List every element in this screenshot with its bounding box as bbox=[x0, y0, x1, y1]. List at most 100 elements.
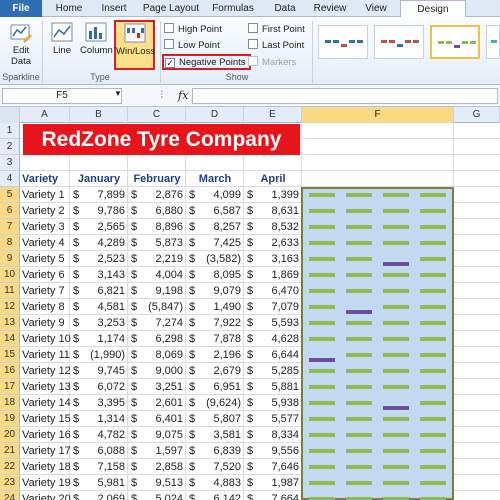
row-header-24[interactable]: 24 bbox=[0, 491, 20, 500]
markers-option[interactable]: Markers bbox=[248, 56, 296, 70]
tab-view[interactable]: View bbox=[356, 0, 396, 17]
cell-variety-name[interactable]: Variety 4 bbox=[22, 235, 69, 251]
cell-value-apr[interactable]: 9,556 bbox=[256, 443, 299, 459]
cell-value-feb[interactable]: 8,896 bbox=[140, 219, 183, 235]
cell-value-mar[interactable]: (3,582) bbox=[198, 251, 241, 267]
cell-value-jan[interactable]: 3,253 bbox=[82, 315, 125, 331]
row-header-6[interactable]: 6 bbox=[0, 203, 20, 219]
cell-variety-name[interactable]: Variety 11 bbox=[22, 347, 70, 363]
high-point-option[interactable]: High Point bbox=[164, 23, 222, 37]
column-header-b[interactable]: B bbox=[70, 107, 128, 123]
cell-value-feb[interactable]: 2,219 bbox=[140, 251, 183, 267]
edit-data-button[interactable]: Edit Data bbox=[4, 21, 38, 67]
header-variety[interactable]: Variety bbox=[22, 171, 69, 187]
cell-value-feb[interactable]: 5,024 bbox=[140, 491, 183, 500]
cell-value-jan[interactable]: (1,990) bbox=[82, 347, 125, 363]
cell-variety-name[interactable]: Variety 18 bbox=[22, 459, 71, 475]
cell-value-mar[interactable]: 8,095 bbox=[198, 267, 241, 283]
row-header-20[interactable]: 20 bbox=[0, 427, 20, 443]
row-header-17[interactable]: 17 bbox=[0, 379, 20, 395]
cell-value-jan[interactable]: 2,523 bbox=[82, 251, 125, 267]
cell-variety-name[interactable]: Variety 6 bbox=[22, 267, 69, 283]
cell-value-feb[interactable]: 7,274 bbox=[140, 315, 183, 331]
cell-value-jan[interactable]: 9,745 bbox=[82, 363, 125, 379]
row-header-12[interactable]: 12 bbox=[0, 299, 20, 315]
last-point-option[interactable]: Last Point bbox=[248, 39, 304, 53]
column-type-button[interactable]: Column bbox=[80, 21, 113, 56]
header-january[interactable]: January bbox=[70, 171, 128, 187]
cell-value-apr[interactable]: 8,532 bbox=[256, 219, 299, 235]
row-header-23[interactable]: 23 bbox=[0, 475, 20, 491]
cell-variety-name[interactable]: Variety 14 bbox=[22, 395, 71, 411]
row-header-1[interactable]: 1 bbox=[0, 123, 20, 139]
cell-value-jan[interactable]: 4,782 bbox=[82, 427, 125, 443]
cell-variety-name[interactable]: Variety 13 bbox=[22, 379, 71, 395]
cell-variety-name[interactable]: Variety 8 bbox=[22, 299, 69, 315]
row-header-3[interactable]: 3 bbox=[0, 155, 20, 171]
row-header-5[interactable]: 5 bbox=[0, 187, 20, 203]
low-point-option[interactable]: Low Point bbox=[164, 39, 220, 53]
cell-value-jan[interactable]: 2,069 bbox=[82, 491, 125, 500]
cell-value-feb[interactable]: 6,880 bbox=[140, 203, 183, 219]
tab-home[interactable]: Home bbox=[46, 0, 92, 17]
last-point-checkbox[interactable] bbox=[248, 39, 258, 49]
cell-value-mar[interactable]: 5,807 bbox=[198, 411, 241, 427]
row-header-22[interactable]: 22 bbox=[0, 459, 20, 475]
cell-value-mar[interactable]: 4,883 bbox=[198, 475, 241, 491]
name-box-dropdown-icon[interactable]: ▼ bbox=[114, 89, 122, 98]
cell-variety-name[interactable]: Variety 16 bbox=[22, 427, 71, 443]
line-type-button[interactable]: Line bbox=[48, 21, 76, 56]
cell-value-mar[interactable]: 7,922 bbox=[198, 315, 241, 331]
column-header-e[interactable]: E bbox=[244, 107, 302, 123]
row-header-15[interactable]: 15 bbox=[0, 347, 20, 363]
select-all-corner[interactable] bbox=[0, 107, 20, 123]
header-march[interactable]: March bbox=[186, 171, 244, 187]
cell-value-feb[interactable]: 4,004 bbox=[140, 267, 183, 283]
cell-value-apr[interactable]: 4,628 bbox=[256, 331, 299, 347]
cell-value-feb[interactable]: 1,597 bbox=[140, 443, 183, 459]
cell-value-feb[interactable]: 2,876 bbox=[140, 187, 183, 203]
cell-value-apr[interactable]: 5,881 bbox=[256, 379, 299, 395]
cell-value-jan[interactable]: 4,581 bbox=[82, 299, 125, 315]
cell-value-apr[interactable]: 8,631 bbox=[256, 203, 299, 219]
cell-value-apr[interactable]: 7,664 bbox=[256, 491, 299, 500]
cell-value-mar[interactable]: 6,142 bbox=[198, 491, 241, 500]
cell-value-feb[interactable]: 3,251 bbox=[140, 379, 183, 395]
cell-variety-name[interactable]: Variety 19 bbox=[22, 475, 71, 491]
cell-value-mar[interactable]: 7,425 bbox=[198, 235, 241, 251]
column-header-c[interactable]: C bbox=[128, 107, 186, 123]
cell-value-jan[interactable]: 3,143 bbox=[82, 267, 125, 283]
cell-value-jan[interactable]: 9,786 bbox=[82, 203, 125, 219]
winloss-type-button[interactable]: Win/Loss bbox=[114, 20, 155, 70]
cell-value-apr[interactable]: 5,593 bbox=[256, 315, 299, 331]
cell-value-apr[interactable]: 7,079 bbox=[256, 299, 299, 315]
cell-value-jan[interactable]: 2,565 bbox=[82, 219, 125, 235]
cell-variety-name[interactable]: Variety 2 bbox=[22, 203, 69, 219]
cell-value-jan[interactable]: 6,088 bbox=[82, 443, 125, 459]
spreadsheet-grid[interactable]: A B C D E F G 1 2 3 4 5 6 7 8 9 10 11 12 13 14 15 16 17 1… bbox=[0, 107, 500, 500]
column-header-f[interactable]: F bbox=[302, 107, 454, 123]
tab-formulas[interactable]: Formulas bbox=[206, 0, 260, 17]
cell-variety-name[interactable]: Variety 12 bbox=[22, 363, 71, 379]
cell-value-jan[interactable]: 4,289 bbox=[82, 235, 125, 251]
style-swatch-2[interactable] bbox=[374, 25, 424, 59]
cell-value-mar[interactable]: 1,490 bbox=[198, 299, 241, 315]
column-header-d[interactable]: D bbox=[186, 107, 244, 123]
style-swatch-3-selected[interactable] bbox=[430, 25, 480, 59]
cell-value-jan[interactable]: 7,158 bbox=[82, 459, 125, 475]
row-header-14[interactable]: 14 bbox=[0, 331, 20, 347]
cell-variety-name[interactable]: Variety 17 bbox=[22, 443, 71, 459]
cell-value-jan[interactable]: 6,072 bbox=[82, 379, 125, 395]
cell-value-feb[interactable]: 2,601 bbox=[140, 395, 183, 411]
cell-value-feb[interactable]: 9,513 bbox=[140, 475, 183, 491]
insert-function-icon[interactable]: fx bbox=[178, 89, 188, 102]
cell-value-jan[interactable]: 1,174 bbox=[82, 331, 125, 347]
cell-value-feb[interactable]: 6,298 bbox=[140, 331, 183, 347]
tab-insert[interactable]: Insert bbox=[92, 0, 136, 17]
row-header-4[interactable]: 4 bbox=[0, 171, 20, 187]
tab-file[interactable]: File bbox=[0, 0, 42, 17]
cell-value-mar[interactable]: 6,951 bbox=[198, 379, 241, 395]
cell-value-jan[interactable]: 6,821 bbox=[82, 283, 125, 299]
row-header-11[interactable]: 11 bbox=[0, 283, 20, 299]
cell-value-mar[interactable]: 2,196 bbox=[198, 347, 241, 363]
